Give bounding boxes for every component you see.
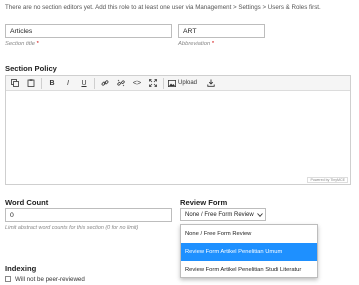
editor-toolbar: B I U <> Upload xyxy=(6,76,350,91)
review-form-option[interactable]: Review Form Artikel Penelitian Umum xyxy=(181,243,317,261)
section-policy-editor[interactable]: B I U <> Upload Powered by TinyMCE xyxy=(5,75,351,185)
upload-label: Upload xyxy=(178,80,198,86)
toolbar-divider xyxy=(163,77,164,89)
section-policy-heading: Section Policy xyxy=(5,64,57,73)
word-count-hint: Limit abstract word counts for this sect… xyxy=(5,225,139,231)
toolbar-divider xyxy=(41,77,42,89)
bold-button[interactable]: B xyxy=(46,77,58,89)
section-title-value: Articles xyxy=(10,27,33,35)
toolbar-divider xyxy=(94,77,95,89)
paste-icon[interactable] xyxy=(25,77,37,89)
indexing-heading: Indexing xyxy=(5,264,37,273)
editor-content-area[interactable] xyxy=(6,91,350,176)
italic-button[interactable]: I xyxy=(62,77,74,89)
link-icon[interactable] xyxy=(99,77,111,89)
review-form-select[interactable]: None / Free Form Review xyxy=(180,208,266,221)
abbreviation-input[interactable]: ART xyxy=(178,24,265,38)
review-form-option[interactable]: None / Free Form Review xyxy=(181,225,317,243)
required-mark: * xyxy=(36,41,39,47)
not-peer-reviewed-label[interactable]: Will not be peer-reviewed xyxy=(15,276,85,283)
underline-button[interactable]: U xyxy=(78,77,90,89)
word-count-value: 0 xyxy=(10,211,14,219)
section-title-input[interactable]: Articles xyxy=(5,24,172,38)
upload-button[interactable]: Upload xyxy=(168,79,198,87)
abbreviation-label-text: Abbreviation xyxy=(178,41,211,47)
abbreviation-value: ART xyxy=(183,27,197,35)
review-form-dropdown: None / Free Form Review Review Form Arti… xyxy=(180,224,318,278)
section-title-label: Section title * xyxy=(5,41,39,47)
review-form-option[interactable]: Review Form Artikel Penelitian Studi Lit… xyxy=(181,261,317,279)
no-section-editors-notice: There are no section editors yet. Add th… xyxy=(5,4,321,11)
abbreviation-label: Abbreviation * xyxy=(178,41,214,47)
word-count-input[interactable]: 0 xyxy=(5,208,172,222)
fullscreen-icon[interactable] xyxy=(147,77,159,89)
chevron-down-icon xyxy=(256,211,264,219)
review-form-heading: Review Form xyxy=(180,198,228,207)
editor-statusbar: Powered by TinyMCE xyxy=(6,176,350,184)
download-icon[interactable] xyxy=(205,77,217,89)
required-mark: * xyxy=(211,41,215,47)
not-peer-reviewed-checkbox[interactable] xyxy=(5,276,11,282)
powered-by-tinymce[interactable]: Powered by TinyMCE xyxy=(307,177,348,183)
review-form-selected-value: None / Free Form Review xyxy=(185,211,254,218)
code-button[interactable]: <> xyxy=(131,77,143,89)
copy-icon[interactable] xyxy=(9,77,21,89)
unlink-icon[interactable] xyxy=(115,77,127,89)
word-count-heading: Word Count xyxy=(5,198,49,207)
image-icon xyxy=(168,79,176,87)
section-title-label-text: Section title xyxy=(5,41,35,47)
